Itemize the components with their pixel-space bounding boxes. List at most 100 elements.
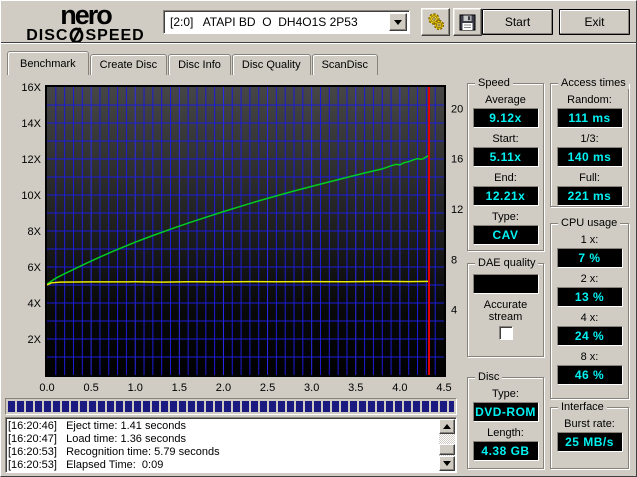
- cpu-usage-panel: CPU usage 1 x: 7 % 2 x: 13 % 4 x: 24 % 8…: [550, 217, 629, 399]
- drive-selector-value: [2:0] ATAPI BD O DH4O1S 2P53: [170, 15, 358, 29]
- log-lines: [16:20:46] Eject time: 1.41 seconds [16:2…: [8, 420, 438, 471]
- log-line: [16:20:46] Eject time: 1.41 seconds: [8, 420, 186, 432]
- log-scrollbar[interactable]: [439, 419, 455, 471]
- log-line: [16:20:47] Load time: 1.36 seconds: [8, 433, 186, 445]
- exit-button[interactable]: Exit: [559, 9, 630, 35]
- speed-panel: Speed Average 9.12x Start: 5.11x End: 12…: [467, 77, 544, 251]
- drive-selector-dropdown-button[interactable]: [389, 13, 407, 31]
- toolbar: nero DISC SPEED [2:0] ATAPI BD O DH4O1S …: [1, 0, 636, 44]
- speed-end-value: 12.21x: [472, 186, 539, 206]
- logo-nero-text: nero: [60, 0, 113, 30]
- access-full-value: 221 ms: [556, 186, 623, 206]
- progress-bar: [5, 398, 457, 415]
- dae-quality-panel-title: DAE quality: [475, 257, 539, 269]
- save-button[interactable]: [453, 8, 482, 36]
- disc-length-label: Length:: [487, 427, 524, 439]
- tab-disc-info[interactable]: Disc Info: [168, 54, 231, 75]
- scroll-down-button[interactable]: [439, 456, 455, 471]
- tab-disc-quality[interactable]: Disc Quality: [231, 54, 311, 75]
- access-random-value: 111 ms: [556, 108, 623, 128]
- interface-panel-title: Interface: [558, 401, 607, 413]
- access-random-label: Random:: [567, 94, 612, 106]
- gears-icon: [427, 13, 444, 31]
- nero-discspeed-window: nero DISC SPEED [2:0] ATAPI BD O DH4O1S …: [0, 0, 637, 477]
- svg-text:2.0: 2.0: [216, 382, 231, 394]
- arrow-up-icon: [443, 424, 451, 429]
- options-button[interactable]: [421, 8, 450, 36]
- svg-text:8X: 8X: [28, 226, 42, 238]
- svg-text:4.0: 4.0: [392, 382, 407, 394]
- cpu-1x-label: 1 x:: [580, 234, 599, 246]
- cpu-2x-label: 2 x:: [580, 273, 599, 285]
- app-logo: nero DISC SPEED: [13, 0, 158, 44]
- svg-text:16: 16: [451, 154, 463, 166]
- benchmark-chart: 16X 14X 12X 10X 8X 6X 4X 2X 20 16 12 8 4 0.0 0.5 1.0 1.5…: [21, 82, 463, 394]
- tab-scandisc[interactable]: ScanDisc: [311, 54, 379, 75]
- svg-text:16X: 16X: [21, 82, 41, 94]
- burst-rate-label: Burst rate:: [564, 418, 615, 430]
- access-full-label: Full:: [579, 172, 600, 184]
- speed-start-label: Start:: [492, 133, 519, 145]
- access-third-label: 1/3:: [580, 133, 599, 145]
- drive-selector[interactable]: [2:0] ATAPI BD O DH4O1S 2P53: [163, 10, 410, 34]
- log-listbox[interactable]: [16:20:46] Eject time: 1.41 seconds [16:2…: [5, 417, 457, 473]
- svg-text:1.5: 1.5: [172, 382, 187, 394]
- progress-bar-fill: [8, 401, 454, 412]
- accurate-stream-label-line2: stream: [488, 311, 523, 323]
- tab-benchmark[interactable]: Benchmark: [7, 51, 89, 75]
- svg-text:3.0: 3.0: [304, 382, 319, 394]
- svg-text:20: 20: [451, 103, 463, 115]
- disc-panel-title: Disc: [475, 371, 503, 383]
- log-line: [16:20:53] Recognition time: 5.79 second…: [8, 446, 220, 458]
- cpu-1x-value: 7 %: [556, 248, 623, 268]
- svg-text:2X: 2X: [28, 334, 42, 346]
- svg-text:6X: 6X: [28, 262, 42, 274]
- svg-text:2.5: 2.5: [260, 382, 275, 394]
- cpu-4x-value: 24 %: [556, 326, 623, 346]
- svg-text:3.5: 3.5: [348, 382, 363, 394]
- svg-text:4: 4: [451, 305, 457, 317]
- speed-type-value: CAV: [472, 225, 539, 245]
- tab-create-disc[interactable]: Create Disc: [89, 54, 168, 75]
- scrollbar-thumb[interactable]: [439, 444, 455, 455]
- toolbar-divider: [1, 42, 636, 44]
- log-line: [16:20:53] Elapsed Time: 0:09: [8, 459, 164, 471]
- svg-text:4.5: 4.5: [436, 382, 451, 394]
- speed-end-label: End:: [494, 172, 517, 184]
- disc-type-label: Type:: [492, 388, 519, 400]
- logo-disc-text: DISC: [26, 26, 69, 44]
- floppy-disk-icon: [459, 14, 476, 30]
- tab-bar: Benchmark Create Disc Disc Info Disc Qua…: [7, 51, 379, 75]
- svg-text:8: 8: [451, 254, 457, 266]
- benchmark-chart-area: 16X 14X 12X 10X 8X 6X 4X 2X 20 16 12 8 4 0.0 0.5 1.0 1.5…: [3, 77, 465, 400]
- svg-text:4X: 4X: [28, 298, 42, 310]
- dae-quality-value: [472, 274, 539, 294]
- cpu-8x-label: 8 x:: [580, 351, 599, 363]
- disc-length-value: 4.38 GB: [472, 441, 539, 461]
- svg-text:0.0: 0.0: [39, 382, 54, 394]
- svg-text:0.5: 0.5: [83, 382, 98, 394]
- logo-speed-text: SPEED: [85, 26, 145, 44]
- svg-text:1.0: 1.0: [128, 382, 143, 394]
- accurate-stream-label-line1: Accurate: [483, 299, 528, 311]
- start-button[interactable]: Start: [482, 9, 553, 35]
- svg-text:12: 12: [451, 204, 463, 216]
- svg-text:14X: 14X: [21, 118, 41, 130]
- access-times-panel-title: Access times: [558, 77, 629, 89]
- speed-start-value: 5.11x: [472, 147, 539, 167]
- disc-panel: Disc Type: DVD-ROM Length: 4.38 GB: [467, 371, 544, 469]
- access-third-value: 140 ms: [556, 147, 623, 167]
- interface-panel: Interface Burst rate: 25 MB/s: [550, 401, 629, 469]
- disc-type-value: DVD-ROM: [472, 402, 539, 422]
- speed-average-value: 9.12x: [472, 108, 539, 128]
- chevron-down-icon: [394, 19, 402, 25]
- speed-panel-title: Speed: [475, 77, 513, 89]
- access-times-panel: Access times Random: 111 ms 1/3: 140 ms …: [550, 77, 629, 207]
- accurate-stream-checkbox[interactable]: [498, 326, 513, 340]
- cpu-4x-label: 4 x:: [580, 312, 599, 324]
- svg-text:10X: 10X: [21, 190, 41, 202]
- cpu-2x-value: 13 %: [556, 287, 623, 307]
- svg-text:12X: 12X: [21, 154, 41, 166]
- arrow-down-icon: [443, 461, 451, 466]
- scroll-up-button[interactable]: [439, 419, 455, 434]
